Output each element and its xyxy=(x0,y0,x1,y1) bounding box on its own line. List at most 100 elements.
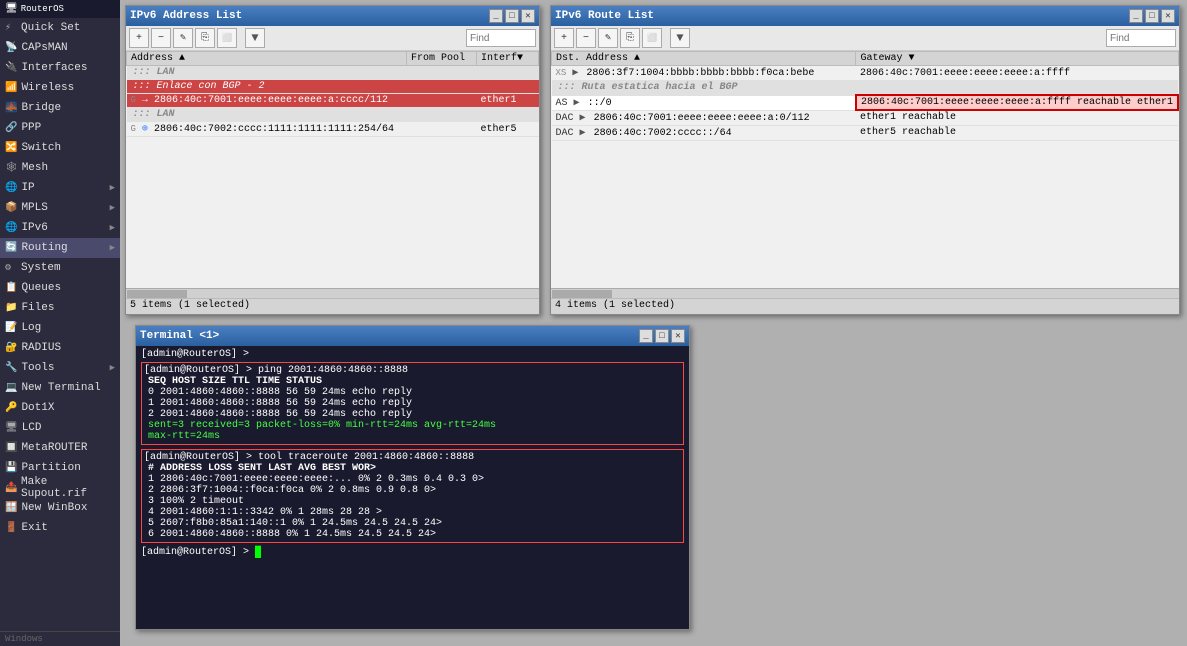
sidebar-item-label: Routing xyxy=(21,242,67,254)
route-add-button[interactable]: + xyxy=(554,28,574,48)
col-header-gateway[interactable]: Gateway ▼ xyxy=(856,52,1178,66)
find-input[interactable] xyxy=(466,29,536,47)
ipv6-addr-titlebar: IPv6 Address List _ □ ✕ xyxy=(126,6,539,26)
ipv6-addr-minimize[interactable]: _ xyxy=(489,9,503,23)
route-remove-button[interactable]: − xyxy=(576,28,596,48)
ping-summary: sent=3 received=3 packet-loss=0% min-rtt… xyxy=(144,420,681,431)
route-scrollbar-thumb xyxy=(552,290,612,298)
sidebar-item-new-terminal[interactable]: 💻 New Terminal xyxy=(0,378,120,398)
ipv6-route-list-window: IPv6 Route List _ □ ✕ + − ✎ ⎘ ⬜ ▼ xyxy=(550,5,1180,315)
sidebar-item-queues[interactable]: 📋 Queues xyxy=(0,278,120,298)
table-row[interactable]: DAC ▶ 2806:40c:7001:eeee:eeee:eeee:a:0/1… xyxy=(552,110,1179,125)
terminal-minimize[interactable]: _ xyxy=(639,329,653,343)
route-group-label: ::: Ruta estatica hacia el BGP xyxy=(552,81,1179,96)
table-row[interactable]: G ⊕ 2806:40c:7002:cccc:1111:1111:1111:25… xyxy=(127,122,539,137)
route-copy-button[interactable]: ⎘ xyxy=(620,28,640,48)
remove-button[interactable]: − xyxy=(151,28,171,48)
queues-icon: 📋 xyxy=(5,282,17,294)
table-row[interactable]: AS ▶ ::/0 2806:40c:7001:eeee:eeee:eeee:a… xyxy=(552,95,1179,110)
sidebar-item-make-supout[interactable]: 📤 Make Supout.rif xyxy=(0,478,120,498)
files-icon: 📁 xyxy=(5,302,17,314)
traceroute-header: # ADDRESS LOSS SENT LAST AVG BEST WOR> xyxy=(144,463,681,474)
sidebar-item-exit[interactable]: 🚪 Exit xyxy=(0,518,120,538)
ipv6-addr-maximize[interactable]: □ xyxy=(505,9,519,23)
sidebar-item-interfaces[interactable]: 🔌 Interfaces xyxy=(0,58,120,78)
sidebar-item-label: IP xyxy=(21,182,34,194)
sidebar-item-label: Dot1X xyxy=(21,402,54,414)
sidebar-item-metarouter[interactable]: 🔲 MetaROUTER xyxy=(0,438,120,458)
ip-icon: 🌐 xyxy=(5,182,17,194)
sidebar-item-label: CAPsMAN xyxy=(21,42,67,54)
filter-button[interactable]: ▼ xyxy=(245,28,265,48)
sidebar-item-radius[interactable]: 🔐 RADIUS xyxy=(0,338,120,358)
ipv6-route-table-container: Dst. Address ▲ Gateway ▼ XS ▶ 2806:3f7:1… xyxy=(551,51,1179,288)
terminal-close[interactable]: ✕ xyxy=(671,329,685,343)
ipv6-address-list-window: IPv6 Address List _ □ ✕ + − ✎ ⎘ ⬜ ▼ xyxy=(125,5,540,315)
sidebar-item-partition[interactable]: 💾 Partition xyxy=(0,458,120,478)
log-icon: 📝 xyxy=(5,322,17,334)
ipv6-addr-scrollbar[interactable] xyxy=(126,288,539,298)
terminal-maximize[interactable]: □ xyxy=(655,329,669,343)
route-paste-button[interactable]: ⬜ xyxy=(642,28,662,48)
ipv6-route-scrollbar[interactable] xyxy=(551,288,1179,298)
sidebar-item-routing[interactable]: 🔄 Routing ▶ xyxy=(0,238,120,258)
cursor: █ xyxy=(255,547,261,558)
sidebar-item-lcd[interactable]: 🖥 LCD xyxy=(0,418,120,438)
cell-interface: ether1 xyxy=(477,94,539,108)
table-header-row: Address ▲ From Pool Interf▼ xyxy=(127,52,539,66)
col-header-dst[interactable]: Dst. Address ▲ xyxy=(552,52,856,66)
ipv6-route-close[interactable]: ✕ xyxy=(1161,9,1175,23)
copy-button[interactable]: ⎘ xyxy=(195,28,215,48)
col-header-from-pool[interactable]: From Pool xyxy=(407,52,477,66)
ipv6-route-content: + − ✎ ⎘ ⬜ ▼ Dst. Address ▲ Gateway ▼ xyxy=(551,26,1179,314)
col-header-address[interactable]: Address ▲ xyxy=(127,52,407,66)
sidebar-item-mpls[interactable]: 📦 MPLS ▶ xyxy=(0,198,120,218)
cell-as-gateway: 2806:40c:7001:eeee:eeee:eeee:a:ffff reac… xyxy=(856,95,1178,110)
sidebar-item-quick-set[interactable]: ⚡ Quick Set xyxy=(0,18,120,38)
paste-button[interactable]: ⬜ xyxy=(217,28,237,48)
cell-xs-gateway: 2806:40c:7001:eeee:eeee:eeee:a:ffff xyxy=(856,66,1178,81)
table-row[interactable]: G → 2806:40c:7001:eeee:eeee:eeee:a:cccc/… xyxy=(127,94,539,108)
sidebar-item-bridge[interactable]: 🌉 Bridge xyxy=(0,98,120,118)
sidebar-item-tools[interactable]: 🔧 Tools ▶ xyxy=(0,358,120,378)
sidebar-item-capsman[interactable]: 📡 CAPsMAN xyxy=(0,38,120,58)
table-row[interactable]: XS ▶ 2806:3f7:1004:bbbb:bbbb:bbbb:f0ca:b… xyxy=(552,66,1179,81)
sidebar-item-ipv6[interactable]: 🌐 IPv6 ▶ xyxy=(0,218,120,238)
sidebar-item-ppp[interactable]: 🔗 PPP xyxy=(0,118,120,138)
route-filter-button[interactable]: ▼ xyxy=(670,28,690,48)
ipv6-route-maximize[interactable]: □ xyxy=(1145,9,1159,23)
sidebar-item-new-winbox[interactable]: 🪟 New WinBox xyxy=(0,498,120,518)
ipv6-addr-close[interactable]: ✕ xyxy=(521,9,535,23)
col-header-interface[interactable]: Interf▼ xyxy=(477,52,539,66)
ipv6-addr-table-container: Address ▲ From Pool Interf▼ ::: LAN ::: … xyxy=(126,51,539,288)
sidebar-item-wireless[interactable]: 📶 Wireless xyxy=(0,78,120,98)
cell-dac1-dst: DAC ▶ 2806:40c:7001:eeee:eeee:eeee:a:0/1… xyxy=(552,110,856,125)
edit-button[interactable]: ✎ xyxy=(173,28,193,48)
sidebar-item-dot1x[interactable]: 🔑 Dot1X xyxy=(0,398,120,418)
sidebar-item-ip[interactable]: 🌐 IP ▶ xyxy=(0,178,120,198)
table-row: ::: Ruta estatica hacia el BGP xyxy=(552,81,1179,96)
ping-command-line: [admin@RouterOS] > ping 2001:4860:4860::… xyxy=(144,365,681,376)
table-row[interactable]: ::: Enlace con BGP - 2 xyxy=(127,80,539,94)
terminal-body[interactable]: [admin@RouterOS] > [admin@RouterOS] > pi… xyxy=(136,346,689,629)
table-row: ::: LAN xyxy=(127,108,539,122)
interfaces-icon: 🔌 xyxy=(5,62,17,74)
sidebar-item-system[interactable]: ⚙ System xyxy=(0,258,120,278)
route-edit-button[interactable]: ✎ xyxy=(598,28,618,48)
capsman-icon: 📡 xyxy=(5,42,17,54)
ipv6-route-toolbar: + − ✎ ⎘ ⬜ ▼ xyxy=(551,26,1179,51)
sidebar-item-switch[interactable]: 🔀 Switch xyxy=(0,138,120,158)
cell-as-dst: AS ▶ ::/0 xyxy=(552,95,856,110)
ipv6-route-minimize[interactable]: _ xyxy=(1129,9,1143,23)
radius-icon: 🔐 xyxy=(5,342,17,354)
ipv6-icon: 🌐 xyxy=(5,222,17,234)
add-button[interactable]: + xyxy=(129,28,149,48)
system-icon: ⚙ xyxy=(5,262,17,274)
quick-set-icon: ⚡ xyxy=(5,22,17,34)
sidebar-item-files[interactable]: 📁 Files xyxy=(0,298,120,318)
route-find-input[interactable] xyxy=(1106,29,1176,47)
terminal-ping-box: [admin@RouterOS] > ping 2001:4860:4860::… xyxy=(141,362,684,445)
table-row[interactable]: DAC ▶ 2806:40c:7002:cccc::/64 ether5 rea… xyxy=(552,125,1179,140)
sidebar-item-log[interactable]: 📝 Log xyxy=(0,318,120,338)
sidebar-item-mesh[interactable]: 🕸 Mesh xyxy=(0,158,120,178)
